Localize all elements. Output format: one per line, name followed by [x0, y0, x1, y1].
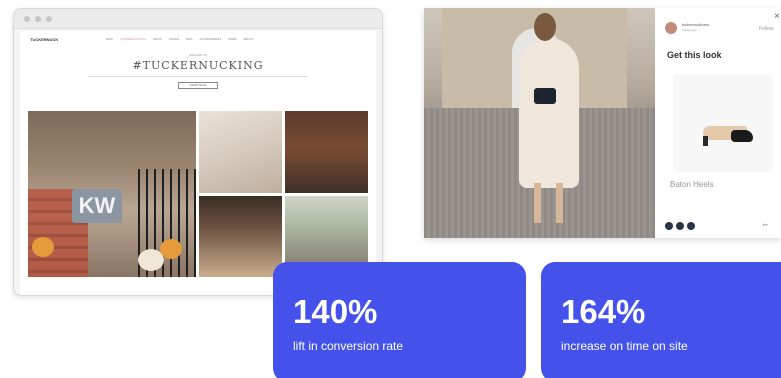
share-icon[interactable]	[676, 222, 684, 230]
window-dot-icon	[35, 15, 41, 22]
product-card[interactable]	[673, 74, 773, 172]
share-icons	[665, 222, 695, 230]
browser-mockup: TUCKERNUCK NEW TUCKERNUCKING SHOP SHOES …	[13, 8, 383, 296]
divider	[88, 76, 308, 77]
site-nav: TUCKERNUCK NEW TUCKERNUCKING SHOP SHOES …	[20, 31, 376, 47]
avatar[interactable]	[665, 22, 677, 34]
get-the-look-panel: × tuckernuckhers 3 days ago Follow Get t…	[655, 8, 781, 238]
nav-link[interactable]: SHOP	[153, 37, 162, 41]
close-icon[interactable]: ×	[774, 12, 780, 22]
window-dot-icon	[24, 15, 30, 22]
model-leg	[534, 183, 541, 223]
site-eyebrow: FOLLOW US	[189, 53, 207, 57]
pumpkin	[160, 239, 182, 259]
model-head	[534, 13, 556, 41]
gallery-photo[interactable]	[199, 196, 282, 277]
stat-value: 140%	[293, 293, 378, 330]
share-icon[interactable]	[687, 222, 695, 230]
gallery-photo-main[interactable]: KW	[28, 111, 196, 277]
nav-link[interactable]: NEW	[106, 37, 113, 41]
shoe-toe	[731, 130, 753, 142]
shoe-heel	[703, 136, 708, 146]
window-dot-icon	[46, 15, 52, 22]
nav-link[interactable]: SHOES	[169, 37, 180, 41]
marketing-graphic: TUCKERNUCK NEW TUCKERNUCKING SHOP SHOES …	[0, 0, 781, 378]
shoppable-post: × tuckernuckhers 3 days ago Follow Get t…	[424, 8, 781, 238]
model-handbag	[534, 88, 556, 104]
site-logo[interactable]: TUCKERNUCK	[30, 37, 100, 42]
post-timestamp: 3 days ago	[682, 28, 697, 32]
stat-card-conversion: 140% lift in conversion rate	[273, 262, 526, 378]
nav-link[interactable]: SWIM	[228, 37, 236, 41]
nav-link[interactable]: BAG	[186, 37, 192, 41]
monogram-bag: KW	[72, 189, 122, 223]
model-coat	[519, 38, 579, 188]
nav-link-active[interactable]: TUCKERNUCKING	[120, 37, 146, 41]
model-leg	[556, 183, 563, 223]
pumpkin	[32, 237, 54, 257]
shop-now-button[interactable]: SHOP NOW	[178, 82, 218, 89]
stat-value: 164%	[561, 293, 646, 330]
post-username[interactable]: tuckernuckhers	[682, 22, 709, 27]
nav-links: NEW TUCKERNUCKING SHOP SHOES BAG ACCESSO…	[106, 37, 254, 41]
panel-heading: Get this look	[667, 50, 722, 60]
stat-label: lift in conversion rate	[293, 339, 404, 353]
nav-link[interactable]: ACCESSORIES	[200, 37, 222, 41]
cart-icon[interactable]: ▸▸	[763, 222, 768, 228]
gallery-photo[interactable]	[199, 111, 282, 193]
post-photo[interactable]	[424, 8, 655, 238]
product-name[interactable]: Baton Heels	[670, 180, 714, 189]
gallery-photo[interactable]	[285, 111, 368, 193]
stat-label: increase on time on site	[561, 339, 688, 353]
share-icon[interactable]	[665, 222, 673, 230]
browser-toolbar	[14, 9, 382, 29]
site-title: #TUCKERNUCKING	[132, 59, 264, 72]
nav-link[interactable]: ABOUT	[243, 37, 253, 41]
follow-link[interactable]: Follow	[759, 26, 773, 32]
stat-card-time-on-site: 164% increase on time on site	[541, 262, 781, 378]
